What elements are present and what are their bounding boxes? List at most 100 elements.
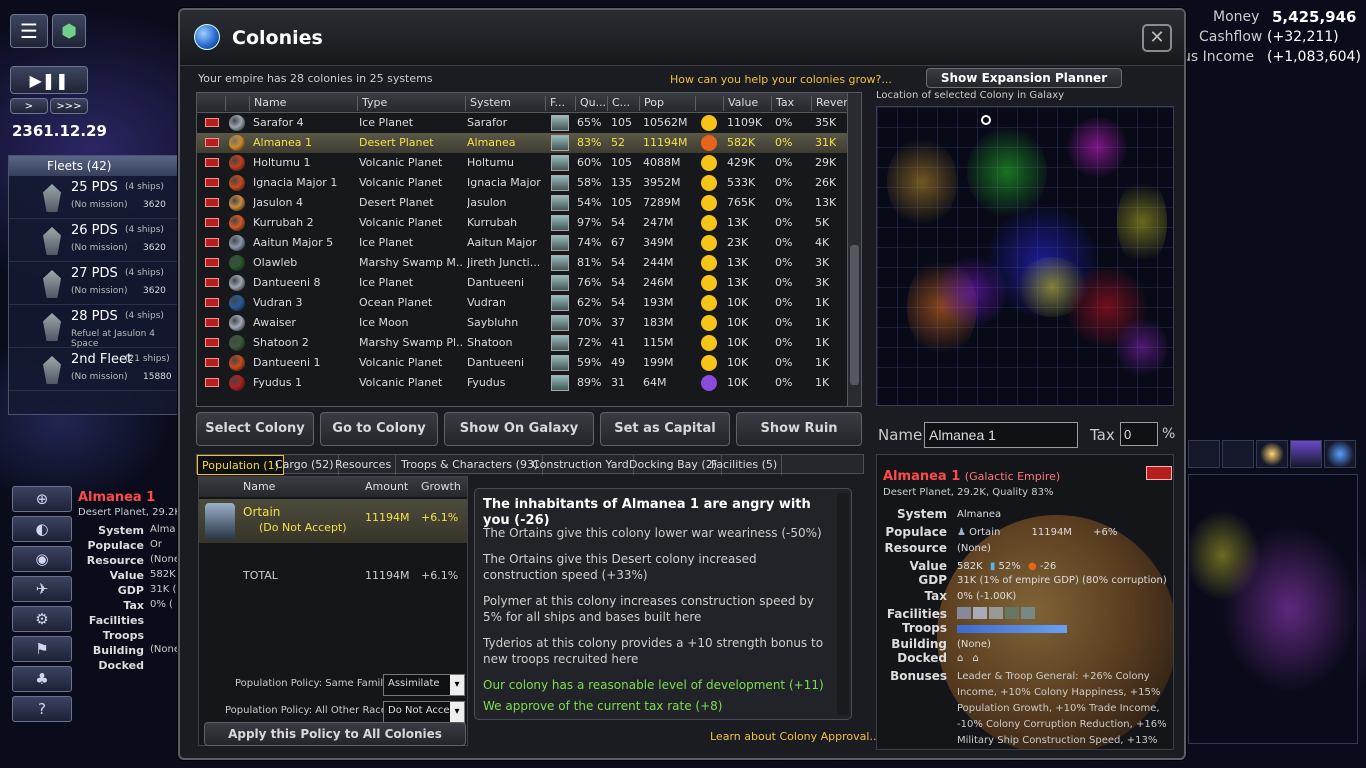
speed-fast-button[interactable]: >>> (50, 98, 88, 114)
help-icon[interactable]: ? (12, 696, 72, 722)
docked-ship-icon[interactable]: ⌂ (973, 653, 979, 664)
tab-cargo[interactable]: Cargo (52) (271, 455, 339, 475)
col-value[interactable]: Value (723, 96, 771, 111)
table-row[interactable]: Jasulon 4 Desert Planet Jasulon 54% 105 7289M… (197, 193, 847, 213)
tab-resources[interactable]: Resources (331, 455, 397, 475)
fleet-row[interactable]: 25 PDS (4 ships) (No mission) 3620 (9, 176, 177, 219)
star-icon[interactable] (1256, 440, 1288, 468)
tab-construction-yard[interactable]: Construction Yard (528, 455, 634, 475)
galaxy-icon[interactable] (1222, 440, 1254, 468)
table-row[interactable]: Ignacia Major 1 Volcanic Planet Ignacia Ma… (197, 173, 847, 193)
ship-icon[interactable]: ✈ (12, 576, 72, 602)
docked-ship-icon[interactable]: ⌂ (957, 653, 963, 664)
target-icon[interactable]: ⊕ (12, 486, 72, 512)
col-construction[interactable]: C... (607, 96, 639, 111)
menu-button[interactable]: ☰ (10, 14, 48, 48)
table-row[interactable]: Sarafor 4 Ice Planet Sarafor 65% 105 10562M 11… (197, 113, 847, 133)
happiness-good-line: We approve of the current tax rate (+8) (483, 699, 723, 713)
col-name[interactable]: Name (249, 96, 357, 111)
table-row[interactable]: Almanea 1 Desert Planet Almanea 83% 52 11194M… (197, 133, 847, 153)
fleets-title[interactable]: Fleets (42) (9, 156, 177, 176)
select-colony-button[interactable]: Select Colony (196, 412, 314, 446)
globe-icon[interactable] (1324, 440, 1356, 468)
eye-icon[interactable]: ◉ (12, 546, 72, 572)
left-row-value: 31K ( (150, 584, 177, 595)
population-header: Name Amount Growth (199, 477, 467, 497)
facility-icon[interactable] (973, 607, 987, 619)
policy-same-select[interactable]: Assimilate (383, 674, 465, 696)
table-row[interactable]: Aaitun Major 5 Ice Planet Aaitun Major 74% 6… (197, 233, 847, 253)
cell-quality: 81% (577, 256, 602, 269)
show-on-galaxy-map-button[interactable]: Show On Galaxy Map (444, 412, 594, 468)
learn-approval-link[interactable]: Learn about Colony Approval... (710, 730, 880, 743)
fleet-mission: Refuel at Jasulon 4 Space (71, 329, 155, 349)
col-facility[interactable]: F... (545, 96, 575, 111)
cell-tax: 0% (775, 156, 793, 169)
col-quality[interactable]: Qu... (575, 96, 607, 111)
table-row[interactable]: Kurrubah 2 Volcanic Planet Kurrubah 97% 54 24… (197, 213, 847, 233)
fleet-row[interactable]: 26 PDS (4 ships) (No mission) 3620 (9, 219, 177, 262)
label-system: System (897, 507, 947, 521)
colony-name-input[interactable] (924, 422, 1078, 448)
pop-col-amount[interactable]: Amount (365, 480, 408, 493)
empire-button[interactable]: ⬢ (52, 14, 86, 48)
scroll-thumb[interactable] (850, 245, 859, 385)
grow-help-link[interactable]: How can you help your colonies grow?... (670, 73, 892, 86)
pop-col-name[interactable]: Name (243, 480, 275, 493)
col-revenue[interactable]: Reven (811, 96, 849, 111)
happiness-scrollbar[interactable] (837, 493, 849, 715)
table-row[interactable]: Dantueeni 1 Volcanic Planet Dantueeni 59% 49… (197, 353, 847, 373)
table-row[interactable]: Holtumu 1 Volcanic Planet Holtumu 60% 105 408… (197, 153, 847, 173)
col-type[interactable]: Type (357, 96, 465, 111)
show-ruin-details-button[interactable]: Show Ruin Details (736, 412, 862, 468)
table-row[interactable]: Shatoon 2 Marshy Swamp Pl... Shatoon 72% 41 1… (197, 333, 847, 353)
policy-other-select[interactable]: Do Not Accept (383, 701, 465, 723)
money-value: 5,425,946 (1272, 8, 1357, 26)
facility-icon[interactable] (957, 607, 971, 619)
ring-planet-icon[interactable] (1188, 440, 1220, 468)
table-row[interactable]: Dantueeni 8 Ice Planet Dantueeni 76% 54 246M 1… (197, 273, 847, 293)
tab-troops[interactable]: Troops & Characters (93) (397, 455, 544, 475)
go-to-colony-button[interactable]: Go to Colony (320, 412, 438, 446)
speed-normal-button[interactable]: > (10, 98, 48, 114)
col-tax[interactable]: Tax (771, 96, 811, 111)
tab-facilities[interactable]: Facilities (5) (707, 455, 783, 475)
minimap[interactable] (1188, 474, 1358, 744)
table-row[interactable]: Vudran 3 Ocean Planet Vudran 62% 54 193M 10K 0%… (197, 293, 847, 313)
trees-icon[interactable]: ♣ (12, 666, 72, 692)
table-row[interactable]: Fyudus 1 Volcanic Planet Fyudus 89% 31 64M 10K… (197, 373, 847, 393)
flag-icon[interactable]: ⚑ (12, 636, 72, 662)
cell-pop: 10562M (643, 116, 688, 129)
close-button[interactable]: ✕ (1142, 24, 1172, 52)
col-happiness[interactable] (695, 96, 723, 111)
planet-view-icon[interactable]: ◐ (12, 516, 72, 542)
col-pop[interactable]: Pop (639, 96, 695, 111)
table-row[interactable]: Olawleb Marshy Swamp M... Jireth Juncti...… (197, 253, 847, 273)
apply-policy-button[interactable]: Apply this Policy to All Colonies (204, 722, 466, 746)
happiness-line: Tyderios at this colony provides a +10 s… (483, 636, 824, 666)
table-scrollbar[interactable] (847, 93, 861, 406)
fleet-row[interactable]: 2nd Fleet (21 ships) (No mission) 15880 (9, 348, 177, 391)
table-row[interactable]: Awaiser Ice Moon Saybluhn 70% 37 183M 10K 0% 1K (197, 313, 847, 333)
play-pause-button[interactable]: ▶❚❚ (10, 66, 88, 94)
cell-tax: 0% (775, 316, 793, 329)
col-system[interactable]: System (465, 96, 545, 111)
gear-icon[interactable]: ⚙ (12, 606, 72, 632)
development-pct: 52% (998, 561, 1021, 572)
fleet-row[interactable]: 27 PDS (4 ships) (No mission) 3620 (9, 262, 177, 305)
show-expansion-planner-button[interactable]: Show Expansion Planner (926, 68, 1122, 88)
pop-col-growth[interactable]: Growth (421, 480, 461, 493)
empire-flag-icon (205, 318, 219, 327)
fleet-row[interactable]: 28 PDS (4 ships) Refuel at Jasulon 4 Space (9, 305, 177, 349)
facility-icon[interactable] (1005, 607, 1019, 619)
population-row[interactable]: Ortain (Do Not Accept) 11194M +6.1% (199, 499, 467, 543)
nebula-icon[interactable] (1290, 440, 1322, 468)
set-as-capital-button[interactable]: Set as Capital (600, 412, 730, 446)
facility-icon[interactable] (1021, 607, 1035, 619)
detail-empire: (Galactic Empire) (964, 470, 1061, 483)
facility-icon[interactable] (989, 607, 1003, 619)
planet-icon (229, 115, 245, 131)
cell-revenue: 26K (815, 176, 837, 189)
galaxy-minimap[interactable] (876, 106, 1174, 406)
tax-input[interactable] (1120, 422, 1158, 446)
